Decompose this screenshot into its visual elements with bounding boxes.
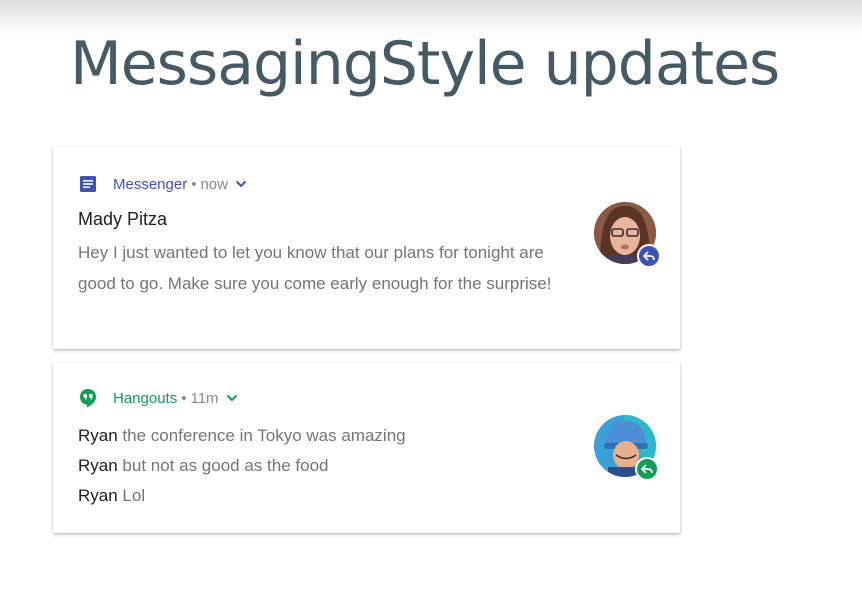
message-sender: Ryan	[78, 456, 118, 475]
message-text: Lol	[122, 486, 146, 505]
message-sender: Ryan	[78, 486, 118, 505]
notification-header: Hangouts • 11m	[78, 388, 238, 408]
chevron-down-icon[interactable]	[226, 394, 238, 402]
message-line: Ryan the conference in Tokyo was amazing	[78, 421, 406, 451]
app-name: Hangouts	[113, 389, 178, 407]
app-name: Messenger	[113, 175, 188, 193]
hangouts-app-icon	[78, 388, 98, 408]
reply-icon[interactable]	[637, 244, 661, 268]
notification-time: now	[200, 175, 228, 193]
header-separator: •	[181, 389, 187, 407]
notification-title: Mady Pitza	[78, 209, 168, 229]
reply-icon[interactable]	[635, 457, 659, 481]
message-line: Ryan but not as good as the food	[78, 451, 406, 481]
message-sender: Ryan	[78, 426, 118, 445]
chevron-down-icon[interactable]	[235, 180, 247, 188]
notification-header: Messenger • now	[78, 174, 247, 194]
message-line: Ryan Lol	[78, 481, 406, 511]
messenger-notification-card[interactable]: Messenger • now Mady Pitza Hey I just wa…	[53, 147, 680, 349]
message-text: but not as good as the food	[122, 456, 329, 475]
messenger-app-icon	[78, 174, 98, 194]
hangouts-notification-card[interactable]: Hangouts • 11m Ryan the conference in To…	[53, 363, 680, 533]
slide-title: MessagingStyle updates	[70, 29, 780, 99]
notification-body: Hey I just wanted to let you know that o…	[78, 243, 552, 293]
header-separator: •	[191, 175, 197, 193]
message-list: Ryan the conference in Tokyo was amazing…	[78, 421, 406, 511]
message-text: the conference in Tokyo was amazing	[122, 426, 406, 445]
notification-time: 11m	[190, 389, 219, 407]
